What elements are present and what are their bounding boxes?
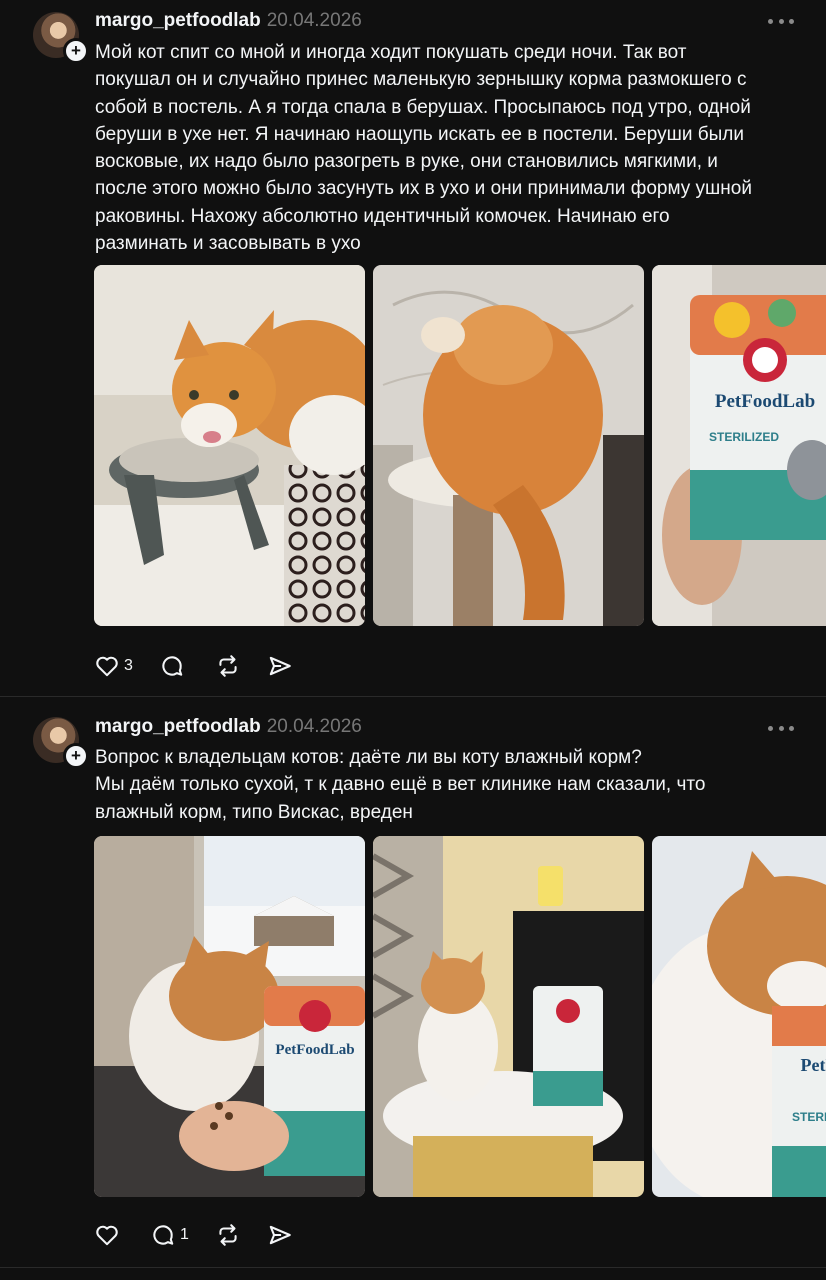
svg-text:STERILIZED: STERILIZED bbox=[792, 1110, 826, 1124]
post-date: 20.04.2026 bbox=[266, 716, 362, 737]
share-icon bbox=[269, 1225, 291, 1245]
svg-text:STERILIZED: STERILIZED bbox=[709, 430, 779, 444]
repost-button[interactable] bbox=[215, 653, 241, 679]
repost-icon bbox=[219, 1224, 237, 1246]
svg-text:PetFoodLab: PetFoodLab bbox=[715, 391, 815, 412]
post-header: margo_petfoodlab 20.04.2026 bbox=[95, 716, 362, 738]
image-carousel[interactable]: PetFoodLab STERILIZED bbox=[94, 265, 826, 627]
share-icon bbox=[269, 656, 291, 676]
reply-count: 1 bbox=[180, 1226, 189, 1243]
repost-icon bbox=[219, 655, 237, 677]
image-carousel[interactable]: PetFoodLab Pet STERI bbox=[94, 836, 826, 1198]
cat-window-hand-feeding-photo[interactable]: PetFoodLab bbox=[94, 836, 365, 1197]
post-text: Мой кот спит со мной и иногда ходит поку… bbox=[95, 42, 752, 255]
share-button[interactable] bbox=[267, 1222, 293, 1248]
comment-icon bbox=[153, 1225, 174, 1245]
comment-button[interactable] bbox=[159, 653, 189, 679]
post-date: 20.04.2026 bbox=[266, 10, 362, 31]
post-header: margo_petfoodlab 20.04.2026 bbox=[95, 10, 362, 32]
svg-text:PetFoodLab: PetFoodLab bbox=[275, 1042, 354, 1058]
post-actions: 1 bbox=[94, 1220, 319, 1250]
cat-closeup-photo[interactable]: PetFoodLab STERILIZED bbox=[652, 836, 826, 1197]
heart-icon bbox=[96, 1225, 118, 1246]
username-link[interactable]: margo_petfoodlab bbox=[95, 716, 261, 737]
more-icon[interactable] bbox=[768, 16, 794, 26]
cat-on-table-photo[interactable] bbox=[373, 836, 644, 1197]
heart-icon bbox=[96, 656, 118, 677]
cat-eating-photo[interactable] bbox=[94, 265, 365, 626]
post-text: Вопрос к владельцам котов: даёте ли вы к… bbox=[95, 747, 706, 823]
svg-text:PetFoodLab: PetFoodLab bbox=[800, 1055, 826, 1075]
post: + margo_petfoodlab 20.04.2026 Вопрос к вл… bbox=[0, 697, 826, 1267]
comment-icon bbox=[162, 656, 183, 676]
post: + margo_petfoodlab 20.04.2026 Мой кот спи… bbox=[0, 0, 826, 696]
avatar[interactable]: + bbox=[33, 717, 89, 769]
post-divider bbox=[0, 1267, 826, 1268]
share-button[interactable] bbox=[267, 653, 293, 679]
like-button[interactable] bbox=[94, 1222, 124, 1248]
follow-plus-icon[interactable]: + bbox=[63, 743, 89, 769]
follow-plus-icon[interactable]: + bbox=[63, 38, 89, 64]
more-icon[interactable] bbox=[768, 723, 794, 733]
avatar[interactable]: + bbox=[33, 12, 89, 64]
post-actions: 3 bbox=[94, 651, 319, 681]
like-count: 3 bbox=[124, 657, 133, 674]
petfoodlab-bag-photo[interactable]: PetFoodLab STERILIZED bbox=[652, 265, 826, 626]
username-link[interactable]: margo_petfoodlab bbox=[95, 10, 261, 31]
like-button[interactable]: 3 bbox=[94, 653, 133, 679]
cat-on-scratching-post-photo[interactable] bbox=[373, 265, 644, 626]
comment-button[interactable]: 1 bbox=[150, 1222, 189, 1248]
repost-button[interactable] bbox=[215, 1222, 241, 1248]
